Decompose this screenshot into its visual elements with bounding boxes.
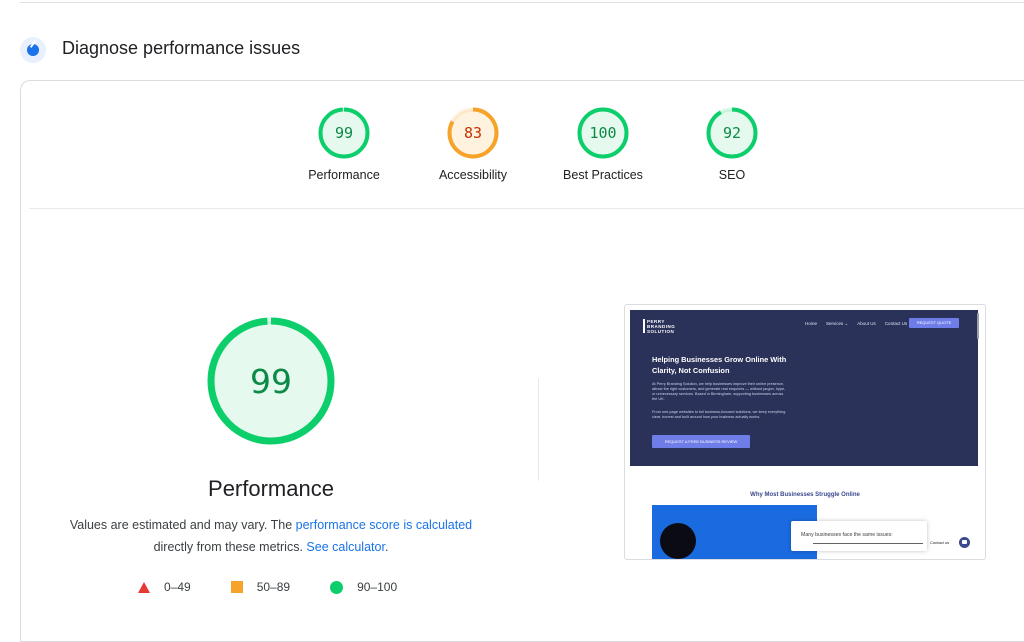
- square-icon: [230, 581, 243, 593]
- performance-title: Performance: [208, 476, 334, 501]
- legend-range: 50–89: [256, 580, 291, 594]
- big-score-value: 99: [250, 362, 292, 401]
- website-nav: Home Services ⌄ About Us Contact Us: [805, 321, 907, 327]
- final-screenshot[interactable]: PERRY BRANDING SOLUTION Home Services ⌄ …: [624, 304, 986, 560]
- contact-label: Contact us: [930, 540, 950, 545]
- score-value: 100: [589, 124, 616, 142]
- score-value: 99: [335, 124, 353, 142]
- diagnose-icon: [20, 37, 46, 63]
- legend-range: 0–49: [164, 580, 191, 594]
- desc-text: Values are estimated and may vary. The: [69, 518, 296, 532]
- score-label: Performance: [308, 168, 380, 182]
- website-headline: Helping Businesses Grow Online With Clar…: [652, 355, 787, 375]
- vertical-separator: [538, 378, 539, 481]
- gauge-divider: [29, 208, 1024, 209]
- screenshot-scrollbar: [977, 313, 979, 339]
- website-section-title: Why Most Businesses Struggle Online: [750, 492, 860, 498]
- score-gauge-accessibility[interactable]: 83 Accessibility: [403, 106, 543, 182]
- website-quote-button: REQUEST QUOTE: [909, 318, 959, 328]
- chat-icon: [959, 537, 970, 548]
- score-ring: 83: [447, 107, 499, 159]
- score-gauge-seo[interactable]: 92 SEO: [662, 106, 802, 182]
- desc-text-2: directly from these metrics.: [153, 540, 307, 554]
- website-paragraph: At Perry Branding Solution, we help busi…: [652, 382, 786, 401]
- nav-item: Services ⌄: [826, 321, 849, 326]
- website-paragraph-2: From one-page websites to full business-…: [652, 410, 786, 419]
- legend-item-fail: 0–49: [138, 580, 191, 594]
- performance-big-gauge: 99: [207, 317, 335, 445]
- website-logo: PERRY BRANDING SOLUTION: [643, 319, 675, 334]
- score-value: 92: [723, 124, 741, 142]
- section-title: Diagnose performance issues: [62, 38, 301, 58]
- nav-item: Contact Us: [884, 321, 908, 326]
- score-value: 83: [464, 124, 482, 142]
- see-calculator-link[interactable]: See calculator: [306, 540, 385, 554]
- score-gauge-best-practices[interactable]: 100 Best Practices: [533, 106, 673, 182]
- top-divider: [20, 0, 1024, 3]
- score-ring: 100: [577, 107, 629, 159]
- score-label: Accessibility: [438, 168, 508, 182]
- score-ring: 92: [706, 107, 758, 159]
- score-gauge-performance[interactable]: 99 Performance: [274, 106, 414, 182]
- circle-icon: [330, 580, 344, 594]
- legend-range: 90–100: [357, 580, 398, 594]
- performance-score-link[interactable]: performance score is calculated: [296, 518, 472, 532]
- desc-period: .: [384, 540, 389, 554]
- website-hero: PERRY BRANDING SOLUTION Home Services ⌄ …: [630, 310, 978, 466]
- score-label: Best Practices: [563, 168, 643, 182]
- score-label: SEO: [718, 168, 746, 182]
- legend-item-pass: 90–100: [330, 580, 397, 594]
- popup-text: Many businesses face the same issues:: [801, 532, 893, 538]
- report-card: 99 Performance 83 Accessibility 100 Best…: [20, 80, 1024, 642]
- website-cta-button: REQUEST A FREE BUSINESS REVIEW: [652, 435, 750, 448]
- score-legend: 0–49 50–89 90–100: [138, 580, 397, 594]
- nav-item: About Us: [857, 321, 876, 326]
- legend-item-average: 50–89: [230, 580, 291, 594]
- score-description: Values are estimated and may vary. The p…: [51, 514, 491, 558]
- website-popup: Many businesses face the same issues:: [791, 521, 927, 551]
- score-ring: 99: [318, 107, 370, 159]
- triangle-icon: [138, 581, 150, 593]
- nav-item: Home: [805, 321, 818, 326]
